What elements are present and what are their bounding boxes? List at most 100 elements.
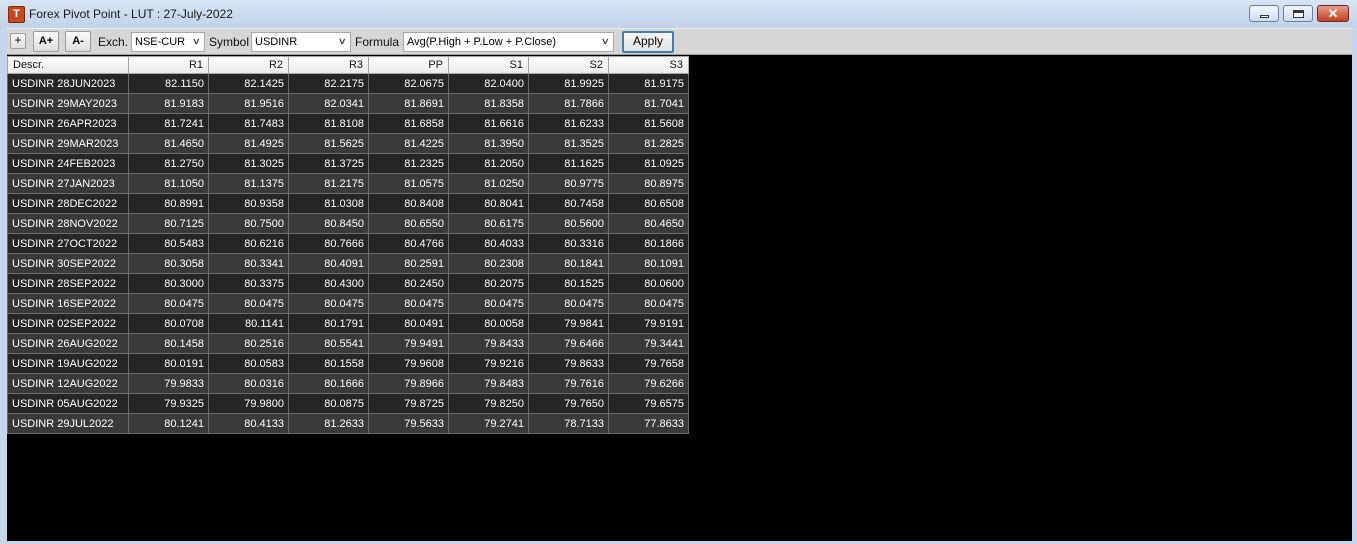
table-row[interactable]: USDINR 24FEB2023 81.2750 81.3025 81.3725 81.… — [7, 153, 689, 174]
cell-s2: 81.6233 — [528, 113, 609, 134]
column-header-r3[interactable]: R3 — [288, 56, 369, 74]
cell-s1: 81.0250 — [448, 173, 529, 194]
cell-r2: 80.0475 — [208, 293, 289, 314]
table-row[interactable]: USDINR 27JAN2023 81.1050 81.1375 81.2175 81.… — [7, 173, 689, 194]
cell-r2: 80.3341 — [208, 253, 289, 274]
cell-r3: 82.0341 — [288, 93, 369, 114]
column-header-s1[interactable]: S1 — [448, 56, 529, 74]
cell-s2: 78.7133 — [528, 413, 609, 434]
cell-r2: 81.3025 — [208, 153, 289, 174]
symbol-select[interactable]: USDINR ∨ — [251, 32, 351, 52]
column-header-s2[interactable]: S2 — [528, 56, 609, 74]
cell-r1: 81.2750 — [128, 153, 209, 174]
cell-r3: 80.7666 — [288, 233, 369, 254]
table-row[interactable]: USDINR 28JUN2023 82.1150 82.1425 82.2175 82.… — [7, 73, 689, 94]
row-description: USDINR 28NOV2022 — [7, 213, 129, 234]
cell-pp: 79.9491 — [368, 333, 449, 354]
cell-s3: 81.2825 — [608, 133, 689, 154]
table-row[interactable]: USDINR 29MAR2023 81.4650 81.4925 81.5625 81.… — [7, 133, 689, 154]
table-row[interactable]: USDINR 16SEP2022 80.0475 80.0475 80.0475 80.… — [7, 293, 689, 314]
cell-r2: 80.7500 — [208, 213, 289, 234]
cell-s3: 79.6266 — [608, 373, 689, 394]
cell-r1: 79.9833 — [128, 373, 209, 394]
chevron-down-icon: ∨ — [601, 36, 611, 46]
column-header-r2[interactable]: R2 — [208, 56, 289, 74]
table-row[interactable]: USDINR 05AUG2022 79.9325 79.9800 80.0875 79.… — [7, 393, 689, 414]
cell-r2: 80.1141 — [208, 313, 289, 334]
cell-r2: 81.1375 — [208, 173, 289, 194]
cell-r2: 81.4925 — [208, 133, 289, 154]
cell-r3: 81.5625 — [288, 133, 369, 154]
cell-s2: 80.3316 — [528, 233, 609, 254]
cell-r1: 81.4650 — [128, 133, 209, 154]
formula-select[interactable]: Avg(P.High + P.Low + P.Close) ∨ — [403, 32, 614, 52]
table-row[interactable]: USDINR 26APR2023 81.7241 81.7483 81.8108 81.… — [7, 113, 689, 134]
maximize-button[interactable] — [1283, 5, 1313, 22]
add-button[interactable]: + — [10, 33, 26, 49]
table-row[interactable]: USDINR 29JUL2022 80.1241 80.4133 81.2633 79.… — [7, 413, 689, 434]
cell-s2: 80.1525 — [528, 273, 609, 294]
formula-value: Avg(P.High + P.Low + P.Close) — [407, 36, 557, 48]
close-button[interactable]: ✕ — [1317, 5, 1349, 22]
row-description: USDINR 19AUG2022 — [7, 353, 129, 374]
font-increase-button[interactable]: A+ — [33, 31, 59, 52]
table-row[interactable]: USDINR 29MAY2023 81.9183 81.9516 82.0341 81.… — [7, 93, 689, 114]
cell-r2: 79.9800 — [208, 393, 289, 414]
cell-r3: 81.2633 — [288, 413, 369, 434]
cell-s2: 79.9841 — [528, 313, 609, 334]
column-header-descr[interactable]: Descr. — [7, 56, 129, 74]
cell-s2: 81.7866 — [528, 93, 609, 114]
column-header-s3[interactable]: S3 — [608, 56, 689, 74]
table-row[interactable]: USDINR 26AUG2022 80.1458 80.2516 80.5541 79.… — [7, 333, 689, 354]
cell-pp: 80.0475 — [368, 293, 449, 314]
cell-s3: 81.7041 — [608, 93, 689, 114]
column-header-r1[interactable]: R1 — [128, 56, 209, 74]
cell-r3: 80.1666 — [288, 373, 369, 394]
cell-s1: 80.2308 — [448, 253, 529, 274]
cell-pp: 81.8691 — [368, 93, 449, 114]
table-row[interactable]: USDINR 12AUG2022 79.9833 80.0316 80.1666 79.… — [7, 373, 689, 394]
cell-s1: 82.0400 — [448, 73, 529, 94]
font-decrease-button[interactable]: A- — [65, 31, 91, 52]
exchange-select[interactable]: NSE-CUR ∨ — [131, 32, 205, 52]
cell-s2: 79.6466 — [528, 333, 609, 354]
cell-r2: 81.9516 — [208, 93, 289, 114]
cell-s2: 81.3525 — [528, 133, 609, 154]
table-row[interactable]: USDINR 28SEP2022 80.3000 80.3375 80.4300 80.… — [7, 273, 689, 294]
row-description: USDINR 29MAY2023 — [7, 93, 129, 114]
cell-pp: 81.0575 — [368, 173, 449, 194]
table-row[interactable]: USDINR 02SEP2022 80.0708 80.1141 80.1791 80.… — [7, 313, 689, 334]
apply-button[interactable]: Apply — [622, 31, 674, 53]
chevron-down-icon: ∨ — [338, 36, 348, 46]
cell-r3: 80.5541 — [288, 333, 369, 354]
cell-r1: 80.3058 — [128, 253, 209, 274]
cell-pp: 80.0491 — [368, 313, 449, 334]
cell-pp: 80.4766 — [368, 233, 449, 254]
formula-label: Formula — [355, 35, 400, 49]
table-row[interactable]: USDINR 30SEP2022 80.3058 80.3341 80.4091 80.… — [7, 253, 689, 274]
cell-pp: 81.4225 — [368, 133, 449, 154]
cell-pp: 79.8966 — [368, 373, 449, 394]
symbol-value: USDINR — [255, 36, 298, 48]
cell-s1: 79.9216 — [448, 353, 529, 374]
table-row[interactable]: USDINR 28NOV2022 80.7125 80.7500 80.8450 80.… — [7, 213, 689, 234]
cell-pp: 81.6858 — [368, 113, 449, 134]
table-row[interactable]: USDINR 28DEC2022 80.8991 80.9358 81.0308 80.… — [7, 193, 689, 214]
cell-s3: 79.6575 — [608, 393, 689, 414]
cell-r1: 80.1241 — [128, 413, 209, 434]
minimize-button[interactable] — [1249, 5, 1279, 22]
cell-r3: 80.1558 — [288, 353, 369, 374]
cell-r2: 80.0583 — [208, 353, 289, 374]
cell-pp: 80.2450 — [368, 273, 449, 294]
cell-r2: 80.4133 — [208, 413, 289, 434]
row-description: USDINR 27OCT2022 — [7, 233, 129, 254]
close-icon: ✕ — [1327, 6, 1339, 21]
row-description: USDINR 29JUL2022 — [7, 413, 129, 434]
table-row[interactable]: USDINR 27OCT2022 80.5483 80.6216 80.7666 80.… — [7, 233, 689, 254]
cell-pp: 79.8725 — [368, 393, 449, 414]
table-row[interactable]: USDINR 19AUG2022 80.0191 80.0583 80.1558 79.… — [7, 353, 689, 374]
cell-r3: 80.4300 — [288, 273, 369, 294]
column-header-pp[interactable]: PP — [368, 56, 449, 74]
cell-s1: 79.2741 — [448, 413, 529, 434]
cell-pp: 81.2325 — [368, 153, 449, 174]
